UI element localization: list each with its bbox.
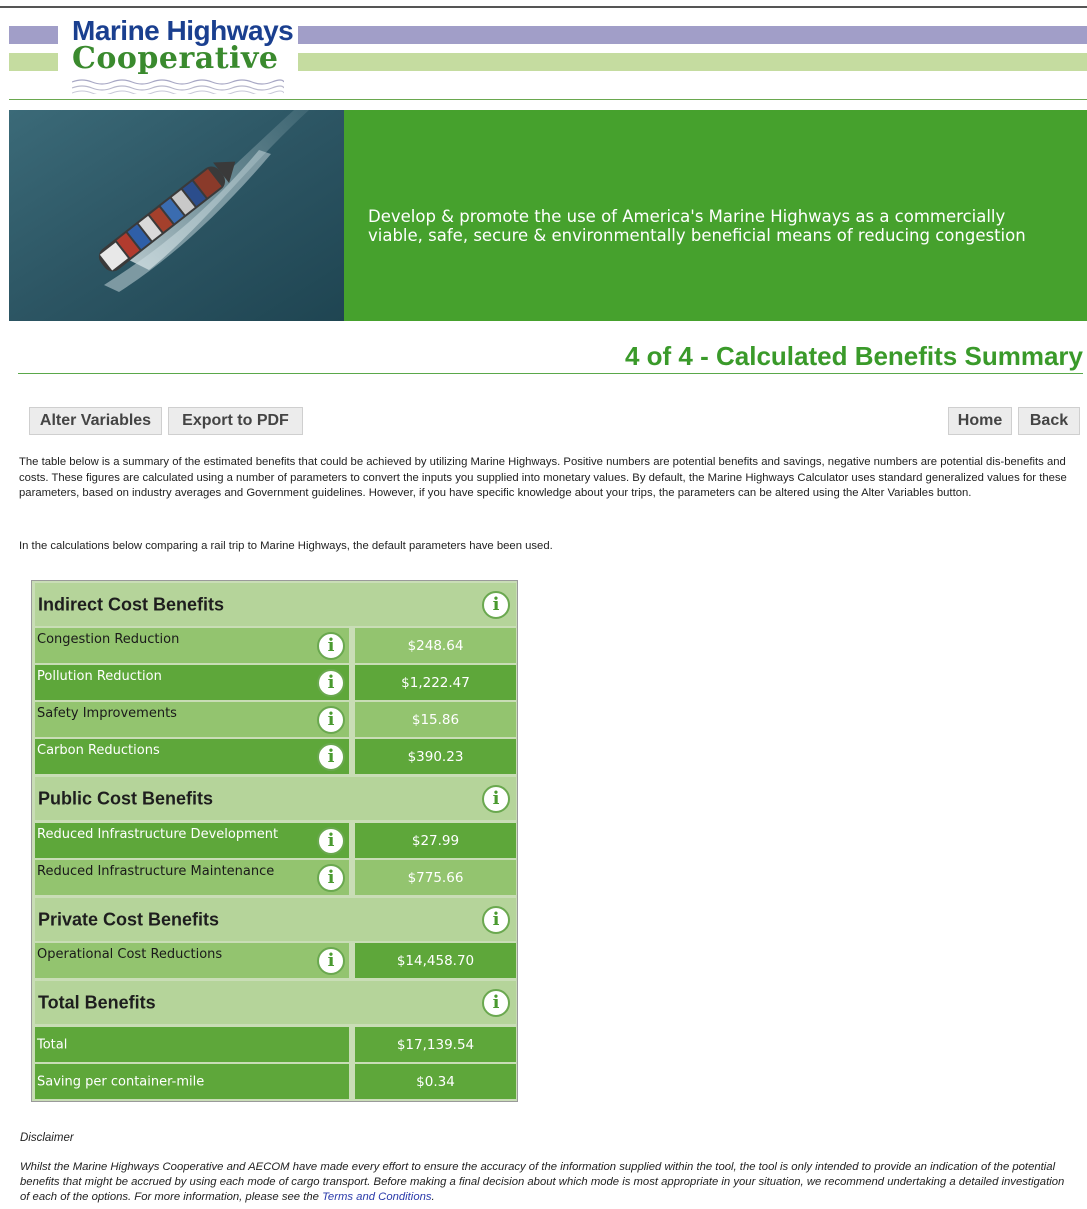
row-label: Saving per container-mile bbox=[37, 1074, 205, 1089]
alter-variables-button[interactable]: Alter Variables bbox=[29, 407, 162, 435]
row-label: Reduced Infrastructure Development bbox=[37, 827, 279, 842]
header-bar-purple-left bbox=[9, 26, 58, 44]
ship-photo bbox=[9, 110, 344, 321]
row-label: Safety Improvements bbox=[37, 706, 177, 721]
row-label: Carbon Reductions bbox=[37, 743, 160, 758]
info-icon[interactable]: i bbox=[317, 706, 345, 734]
terms-link[interactable]: Terms and Conditions bbox=[322, 1191, 431, 1203]
home-button[interactable]: Home bbox=[948, 407, 1012, 435]
disclaimer-text: Whilst the Marine Highways Cooperative a… bbox=[20, 1160, 1075, 1205]
section-header-private: Private Cost Benefits i bbox=[35, 898, 516, 941]
intro-note: In the calculations below comparing a ra… bbox=[19, 540, 553, 552]
disclaimer-end: . bbox=[431, 1191, 435, 1203]
section-header-total: Total Benefits i bbox=[35, 981, 516, 1024]
info-icon[interactable]: i bbox=[317, 864, 345, 892]
info-icon[interactable]: i bbox=[317, 827, 345, 855]
section-title: Public Cost Benefits bbox=[38, 788, 214, 808]
info-icon[interactable]: i bbox=[317, 947, 345, 975]
logo-wave-icon bbox=[72, 79, 284, 94]
row-label: Operational Cost Reductions bbox=[37, 947, 223, 962]
header-bar-purple-right bbox=[298, 26, 1087, 44]
disclaimer-body: Whilst the Marine Highways Cooperative a… bbox=[20, 1161, 1065, 1203]
info-icon[interactable]: i bbox=[317, 632, 345, 660]
section-header-indirect: Indirect Cost Benefits i bbox=[35, 583, 516, 626]
header-bar-green-left bbox=[9, 53, 58, 71]
info-icon[interactable]: i bbox=[482, 591, 510, 619]
row-label: Congestion Reduction bbox=[37, 632, 180, 647]
tagline-line2: viable, safe, secure & environmentally b… bbox=[368, 226, 1026, 245]
back-button[interactable]: Back bbox=[1018, 407, 1080, 435]
info-icon[interactable]: i bbox=[482, 989, 510, 1017]
row-value: $15.86 bbox=[411, 711, 460, 728]
info-icon[interactable]: i bbox=[482, 906, 510, 934]
intro-paragraph: The table below is a summary of the esti… bbox=[19, 456, 1067, 500]
info-icon[interactable]: i bbox=[317, 669, 345, 697]
table-row: Pollution Reduction i $1,222.47 bbox=[35, 665, 516, 700]
table-row: Saving per container-mile $0.34 bbox=[35, 1064, 516, 1099]
table-row: Reduced Infrastructure Maintenance i $77… bbox=[35, 860, 516, 895]
info-icon[interactable]: i bbox=[317, 743, 345, 771]
row-value: $1,222.47 bbox=[401, 674, 470, 691]
benefits-table: Indirect Cost Benefits i Congestion Redu… bbox=[31, 580, 518, 1102]
table-row: Congestion Reduction i $248.64 bbox=[35, 628, 516, 663]
tagline-line1: Develop & promote the use of America's M… bbox=[368, 207, 1006, 226]
row-value: $775.66 bbox=[407, 869, 464, 886]
section-title: Indirect Cost Benefits bbox=[38, 594, 225, 614]
header-bar-green-right bbox=[298, 53, 1087, 71]
row-label: Pollution Reduction bbox=[37, 669, 162, 684]
row-value: $390.23 bbox=[407, 748, 464, 765]
top-border bbox=[0, 6, 1087, 8]
site-header: Marine Highways Cooperative bbox=[0, 10, 1087, 100]
table-row: Carbon Reductions i $390.23 bbox=[35, 739, 516, 774]
export-pdf-button[interactable]: Export to PDF bbox=[168, 407, 303, 435]
info-icon[interactable]: i bbox=[482, 785, 510, 813]
section-title: Private Cost Benefits bbox=[38, 909, 220, 929]
table-row: Safety Improvements i $15.86 bbox=[35, 702, 516, 737]
row-label: Reduced Infrastructure Maintenance bbox=[37, 864, 275, 879]
title-rule bbox=[18, 373, 1083, 374]
row-value: $17,139.54 bbox=[396, 1036, 475, 1053]
row-label: Total bbox=[37, 1037, 68, 1052]
row-value: $248.64 bbox=[407, 637, 464, 654]
header-rule bbox=[9, 99, 1087, 100]
table-row: Reduced Infrastructure Development i $27… bbox=[35, 823, 516, 858]
banner: Develop & promote the use of America's M… bbox=[344, 110, 1087, 321]
table-row: Operational Cost Reductions i $14,458.70 bbox=[35, 943, 516, 978]
ship-photo-icon bbox=[9, 110, 344, 321]
section-title: Total Benefits bbox=[38, 992, 156, 1012]
row-value: $14,458.70 bbox=[396, 952, 475, 969]
banner-tagline: Develop & promote the use of America's M… bbox=[368, 207, 1078, 245]
page-title: 4 of 4 - Calculated Benefits Summary bbox=[624, 341, 1083, 371]
disclaimer-heading: Disclaimer bbox=[20, 1132, 74, 1144]
row-value: $0.34 bbox=[416, 1073, 455, 1090]
section-header-public: Public Cost Benefits i bbox=[35, 777, 516, 820]
table-row: Total $17,139.54 bbox=[35, 1027, 516, 1062]
logo-line2[interactable]: Cooperative bbox=[72, 43, 278, 75]
row-value: $27.99 bbox=[411, 832, 460, 849]
